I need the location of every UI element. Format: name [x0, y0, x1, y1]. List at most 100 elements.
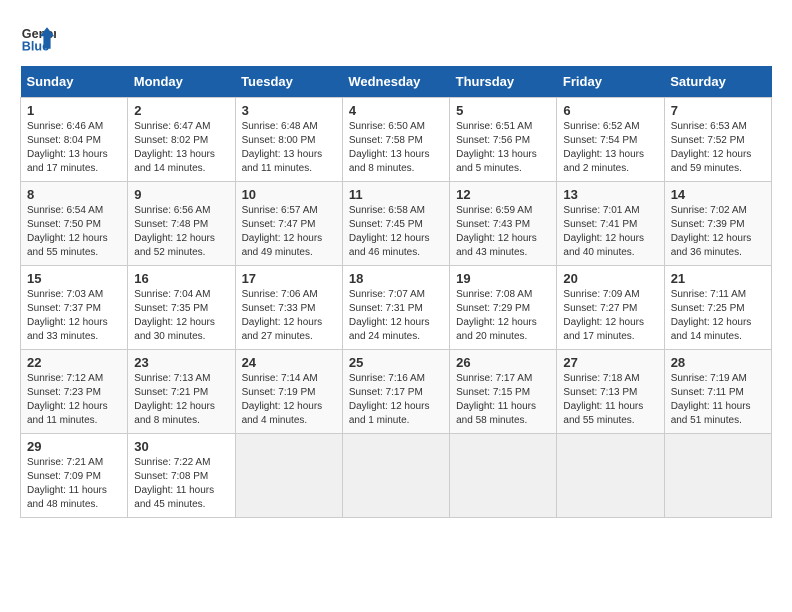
day-cell: 11 Sunrise: 6:58 AMSunset: 7:45 PMDayligh…: [342, 182, 449, 266]
calendar-header-row: SundayMondayTuesdayWednesdayThursdayFrid…: [21, 66, 772, 98]
calendar-week-row: 8 Sunrise: 6:54 AMSunset: 7:50 PMDaylight…: [21, 182, 772, 266]
day-cell: 23 Sunrise: 7:13 AMSunset: 7:21 PMDayligh…: [128, 350, 235, 434]
day-info: Sunrise: 7:16 AMSunset: 7:17 PMDaylight:…: [349, 372, 443, 428]
day-number: 1: [27, 103, 121, 118]
day-info: Sunrise: 6:52 AMSunset: 7:54 PMDaylight:…: [563, 120, 657, 176]
day-of-week-header: Wednesday: [342, 66, 449, 98]
day-info: Sunrise: 7:11 AMSunset: 7:25 PMDaylight:…: [671, 288, 765, 344]
day-number: 27: [563, 355, 657, 370]
day-number: 28: [671, 355, 765, 370]
day-of-week-header: Thursday: [450, 66, 557, 98]
day-cell: 21 Sunrise: 7:11 AMSunset: 7:25 PMDayligh…: [664, 266, 771, 350]
day-info: Sunrise: 6:57 AMSunset: 7:47 PMDaylight:…: [242, 204, 336, 260]
day-number: 2: [134, 103, 228, 118]
day-cell: 27 Sunrise: 7:18 AMSunset: 7:13 PMDayligh…: [557, 350, 664, 434]
day-info: Sunrise: 7:08 AMSunset: 7:29 PMDaylight:…: [456, 288, 550, 344]
day-info: Sunrise: 7:04 AMSunset: 7:35 PMDaylight:…: [134, 288, 228, 344]
day-number: 21: [671, 271, 765, 286]
day-info: Sunrise: 7:01 AMSunset: 7:41 PMDaylight:…: [563, 204, 657, 260]
day-info: Sunrise: 7:07 AMSunset: 7:31 PMDaylight:…: [349, 288, 443, 344]
day-info: Sunrise: 7:12 AMSunset: 7:23 PMDaylight:…: [27, 372, 121, 428]
day-info: Sunrise: 7:14 AMSunset: 7:19 PMDaylight:…: [242, 372, 336, 428]
day-info: Sunrise: 6:51 AMSunset: 7:56 PMDaylight:…: [456, 120, 550, 176]
day-info: Sunrise: 6:46 AMSunset: 8:04 PMDaylight:…: [27, 120, 121, 176]
day-info: Sunrise: 6:50 AMSunset: 7:58 PMDaylight:…: [349, 120, 443, 176]
day-info: Sunrise: 7:03 AMSunset: 7:37 PMDaylight:…: [27, 288, 121, 344]
day-cell: 13 Sunrise: 7:01 AMSunset: 7:41 PMDayligh…: [557, 182, 664, 266]
day-cell: 26 Sunrise: 7:17 AMSunset: 7:15 PMDayligh…: [450, 350, 557, 434]
day-info: Sunrise: 6:48 AMSunset: 8:00 PMDaylight:…: [242, 120, 336, 176]
logo-icon: General Blue: [20, 20, 56, 56]
day-cell: 6 Sunrise: 6:52 AMSunset: 7:54 PMDaylight…: [557, 98, 664, 182]
day-info: Sunrise: 7:09 AMSunset: 7:27 PMDaylight:…: [563, 288, 657, 344]
day-cell: 5 Sunrise: 6:51 AMSunset: 7:56 PMDaylight…: [450, 98, 557, 182]
day-number: 12: [456, 187, 550, 202]
empty-day-cell: [235, 434, 342, 518]
day-of-week-header: Saturday: [664, 66, 771, 98]
day-cell: 28 Sunrise: 7:19 AMSunset: 7:11 PMDayligh…: [664, 350, 771, 434]
day-number: 24: [242, 355, 336, 370]
day-of-week-header: Sunday: [21, 66, 128, 98]
day-cell: 29 Sunrise: 7:21 AMSunset: 7:09 PMDayligh…: [21, 434, 128, 518]
day-cell: 16Sunrise: 7:04 AMSunset: 7:35 PMDayligh…: [128, 266, 235, 350]
day-number: 3: [242, 103, 336, 118]
empty-day-cell: [664, 434, 771, 518]
day-number: 30: [134, 439, 228, 454]
day-number: 19: [456, 271, 550, 286]
day-cell: 12Sunrise: 6:59 AMSunset: 7:43 PMDayligh…: [450, 182, 557, 266]
day-number: 22: [27, 355, 121, 370]
day-cell: 25 Sunrise: 7:16 AMSunset: 7:17 PMDayligh…: [342, 350, 449, 434]
day-number: 26: [456, 355, 550, 370]
day-cell: 30 Sunrise: 7:22 AMSunset: 7:08 PMDayligh…: [128, 434, 235, 518]
day-cell: 18Sunrise: 7:07 AMSunset: 7:31 PMDayligh…: [342, 266, 449, 350]
calendar-week-row: 29 Sunrise: 7:21 AMSunset: 7:09 PMDayligh…: [21, 434, 772, 518]
day-number: 14: [671, 187, 765, 202]
day-number: 11: [349, 187, 443, 202]
day-info: Sunrise: 6:47 AMSunset: 8:02 PMDaylight:…: [134, 120, 228, 176]
day-info: Sunrise: 7:18 AMSunset: 7:13 PMDaylight:…: [563, 372, 657, 428]
day-cell: 1 Sunrise: 6:46 AMSunset: 8:04 PMDaylight…: [21, 98, 128, 182]
day-cell: 3 Sunrise: 6:48 AMSunset: 8:00 PMDaylight…: [235, 98, 342, 182]
day-number: 10: [242, 187, 336, 202]
day-number: 8: [27, 187, 121, 202]
day-number: 23: [134, 355, 228, 370]
day-cell: 7Sunrise: 6:53 AMSunset: 7:52 PMDaylight…: [664, 98, 771, 182]
day-number: 25: [349, 355, 443, 370]
day-info: Sunrise: 7:02 AMSunset: 7:39 PMDaylight:…: [671, 204, 765, 260]
day-cell: 8 Sunrise: 6:54 AMSunset: 7:50 PMDaylight…: [21, 182, 128, 266]
day-number: 6: [563, 103, 657, 118]
day-number: 29: [27, 439, 121, 454]
day-of-week-header: Monday: [128, 66, 235, 98]
day-info: Sunrise: 6:54 AMSunset: 7:50 PMDaylight:…: [27, 204, 121, 260]
day-cell: 22 Sunrise: 7:12 AMSunset: 7:23 PMDayligh…: [21, 350, 128, 434]
empty-day-cell: [450, 434, 557, 518]
calendar-week-row: 1 Sunrise: 6:46 AMSunset: 8:04 PMDaylight…: [21, 98, 772, 182]
day-info: Sunrise: 6:53 AMSunset: 7:52 PMDaylight:…: [671, 120, 765, 176]
day-info: Sunrise: 7:22 AMSunset: 7:08 PMDaylight:…: [134, 456, 228, 512]
day-cell: 2 Sunrise: 6:47 AMSunset: 8:02 PMDaylight…: [128, 98, 235, 182]
empty-day-cell: [342, 434, 449, 518]
calendar-table: SundayMondayTuesdayWednesdayThursdayFrid…: [20, 66, 772, 518]
day-info: Sunrise: 6:56 AMSunset: 7:48 PMDaylight:…: [134, 204, 228, 260]
day-number: 4: [349, 103, 443, 118]
day-number: 9: [134, 187, 228, 202]
day-cell: 15Sunrise: 7:03 AMSunset: 7:37 PMDayligh…: [21, 266, 128, 350]
day-of-week-header: Tuesday: [235, 66, 342, 98]
day-info: Sunrise: 6:58 AMSunset: 7:45 PMDaylight:…: [349, 204, 443, 260]
day-info: Sunrise: 7:17 AMSunset: 7:15 PMDaylight:…: [456, 372, 550, 428]
day-cell: 9 Sunrise: 6:56 AMSunset: 7:48 PMDaylight…: [128, 182, 235, 266]
day-number: 5: [456, 103, 550, 118]
calendar-week-row: 22 Sunrise: 7:12 AMSunset: 7:23 PMDayligh…: [21, 350, 772, 434]
day-number: 20: [563, 271, 657, 286]
day-info: Sunrise: 7:06 AMSunset: 7:33 PMDaylight:…: [242, 288, 336, 344]
day-info: Sunrise: 7:19 AMSunset: 7:11 PMDaylight:…: [671, 372, 765, 428]
day-of-week-header: Friday: [557, 66, 664, 98]
day-number: 13: [563, 187, 657, 202]
day-cell: 14 Sunrise: 7:02 AMSunset: 7:39 PMDayligh…: [664, 182, 771, 266]
day-info: Sunrise: 7:21 AMSunset: 7:09 PMDaylight:…: [27, 456, 121, 512]
day-cell: 10 Sunrise: 6:57 AMSunset: 7:47 PMDayligh…: [235, 182, 342, 266]
day-info: Sunrise: 7:13 AMSunset: 7:21 PMDaylight:…: [134, 372, 228, 428]
page-header: General Blue: [20, 20, 772, 56]
day-number: 17: [242, 271, 336, 286]
day-cell: 24 Sunrise: 7:14 AMSunset: 7:19 PMDayligh…: [235, 350, 342, 434]
